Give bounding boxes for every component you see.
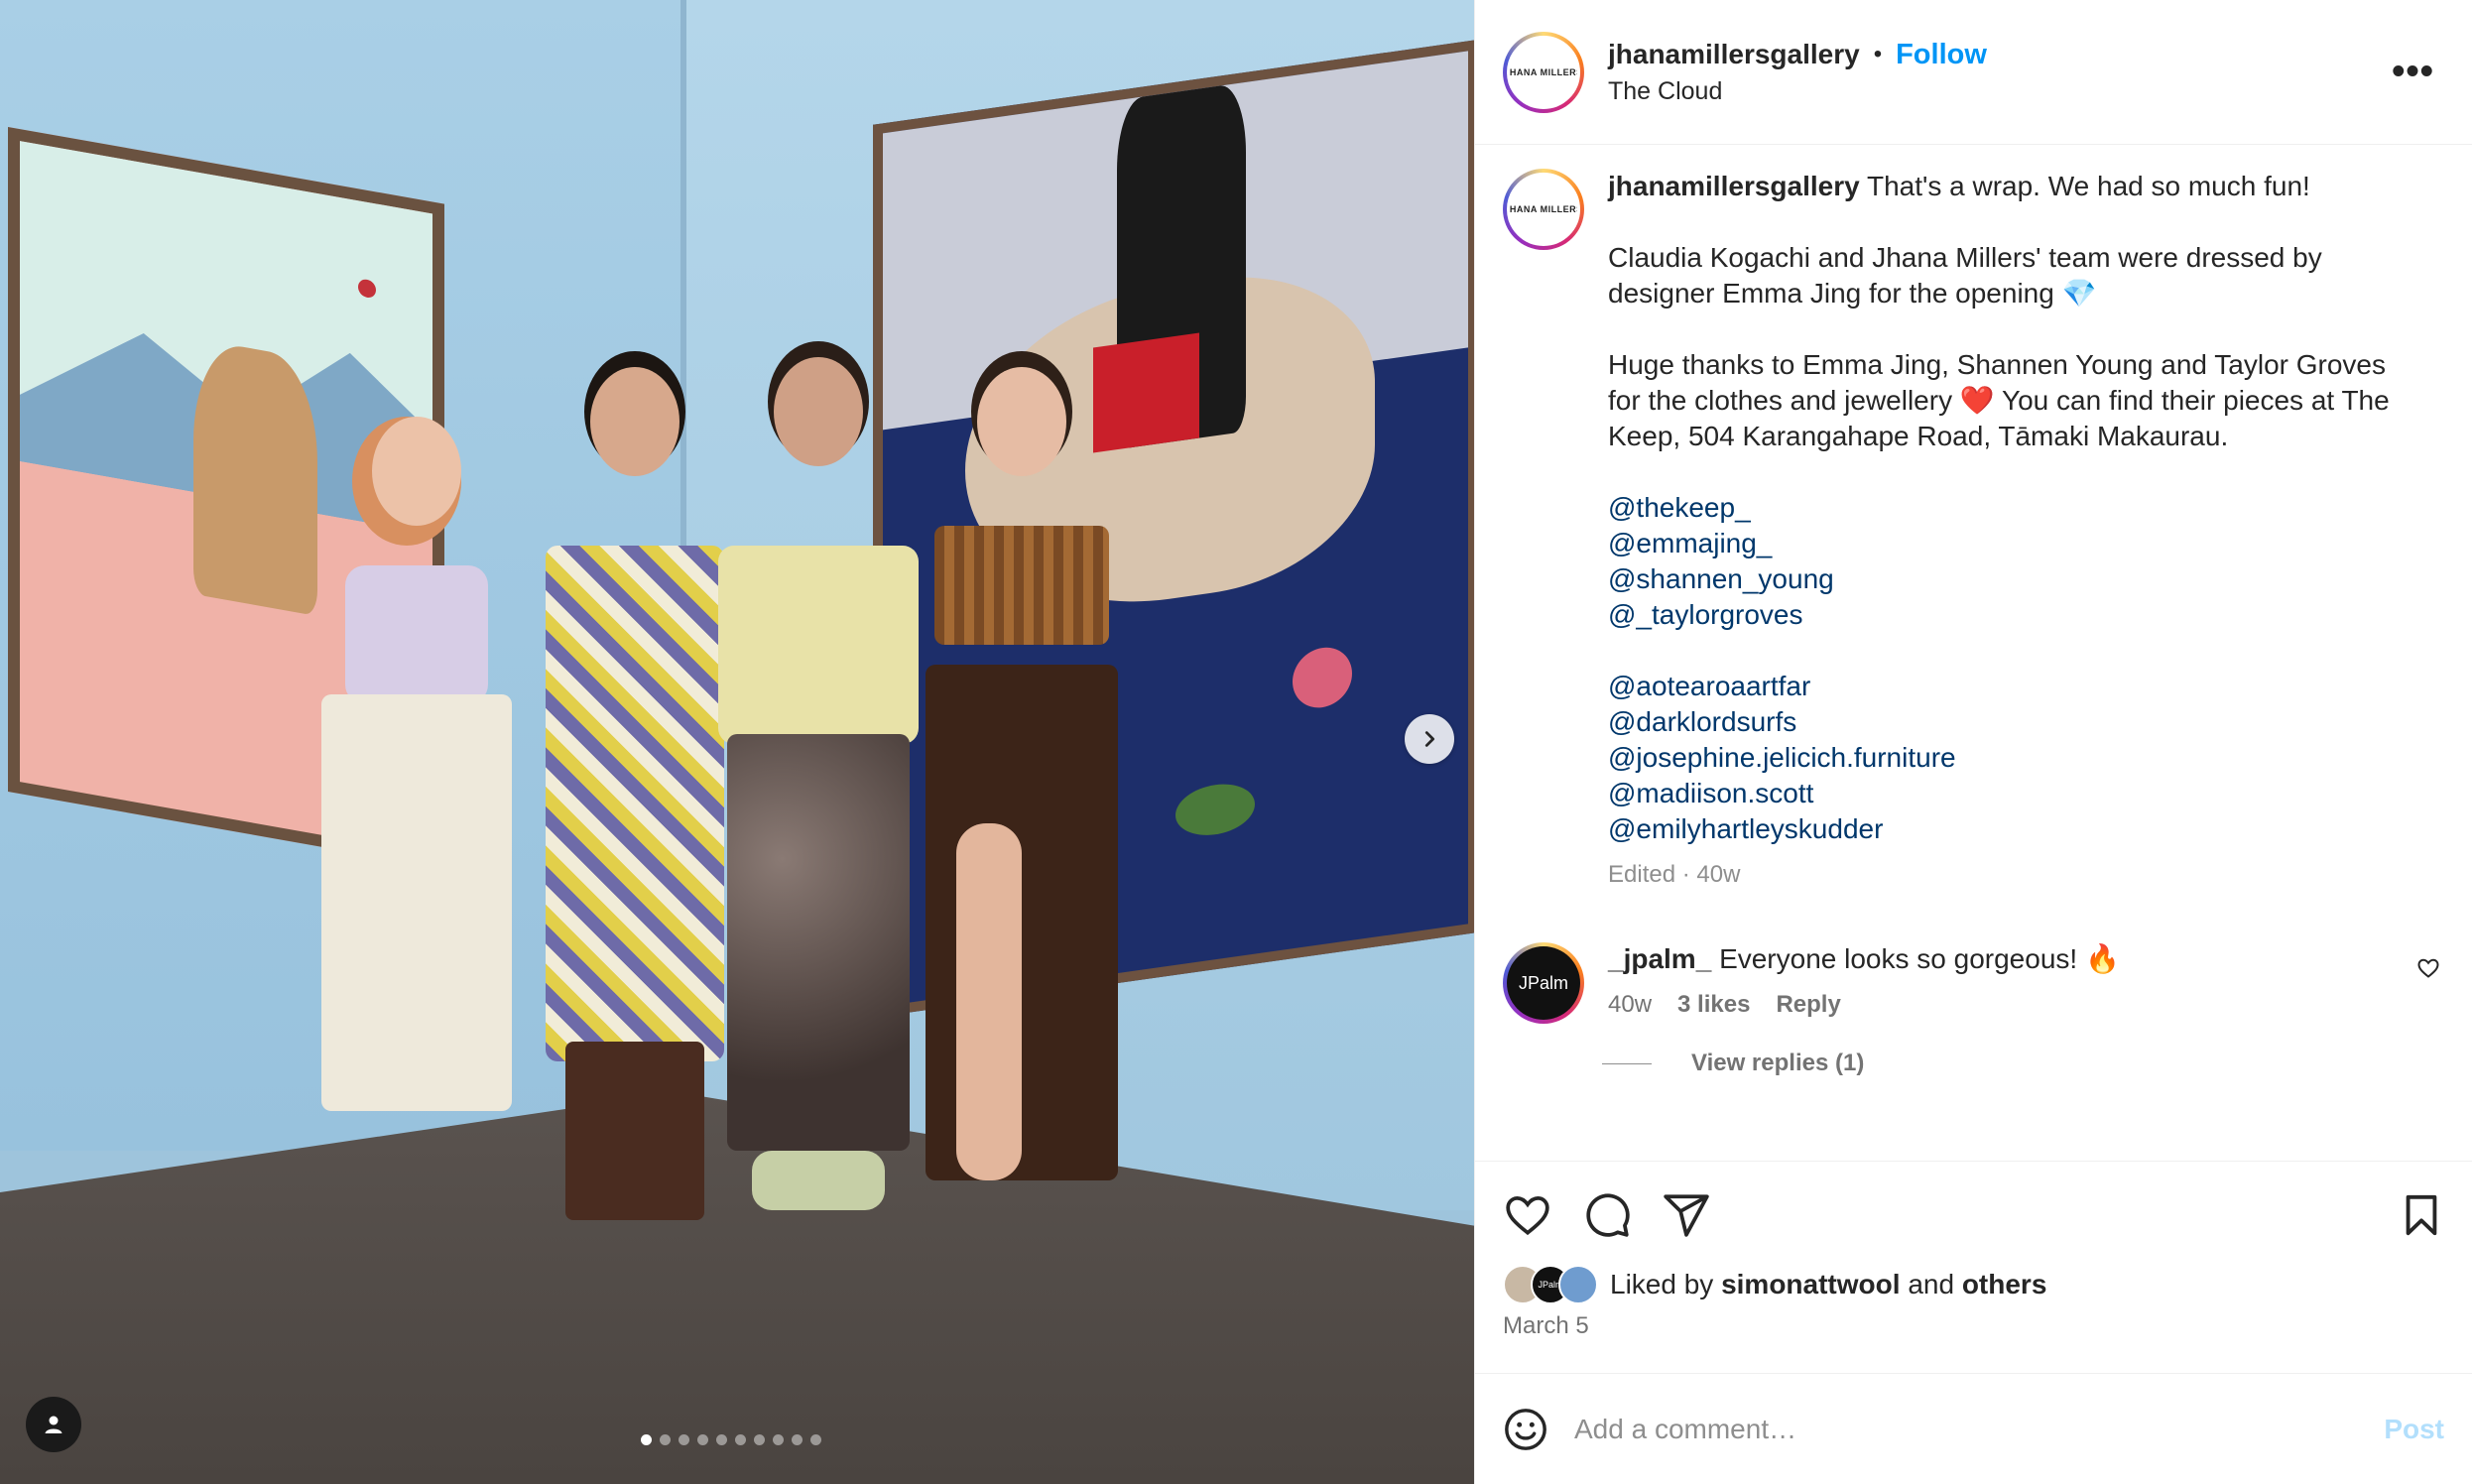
caption-avatar[interactable]: JHANA MILLERS <box>1503 169 1584 250</box>
likes-others-link[interactable]: others <box>1962 1269 2047 1299</box>
carousel-indicator <box>641 1434 821 1445</box>
caption-username[interactable]: jhanamillersgallery <box>1608 171 1860 201</box>
carousel-dot <box>716 1434 727 1445</box>
gallery-photo-scene <box>0 0 1474 1484</box>
header-username[interactable]: jhanamillersgallery <box>1608 39 1860 70</box>
carousel-next-button[interactable] <box>1405 714 1454 764</box>
post-date[interactable]: March 5 <box>1503 1312 2444 1340</box>
post-actions: JPalm Liked by simonattwool and others M… <box>1475 1161 2472 1373</box>
reply-button[interactable]: Reply <box>1776 991 1840 1019</box>
avatar-logo: JHANA MILLERS <box>1507 66 1580 77</box>
carousel-dot <box>810 1434 821 1445</box>
post-comment-button[interactable]: Post <box>2384 1414 2444 1445</box>
carousel-dot <box>641 1434 652 1445</box>
carousel-dot <box>660 1434 671 1445</box>
caption-meta: Edited · 40w <box>1608 861 1741 888</box>
mention-link[interactable]: @emilyhartleyskudder <box>1608 811 2421 847</box>
share-button[interactable] <box>1662 1190 1711 1240</box>
liker-username[interactable]: simonattwool <box>1721 1269 1900 1299</box>
user-tag-icon <box>45 1416 62 1433</box>
replies-divider <box>1602 1062 1652 1064</box>
share-icon <box>1664 1194 1709 1237</box>
commenter-avatar-text: JPalm <box>1518 972 1568 993</box>
comment-text: Everyone looks so gorgeous! 🔥 <box>1719 943 2120 974</box>
likes-summary: JPalm Liked by simonattwool and others <box>1503 1265 2444 1304</box>
caption-first-line: That's a wrap. We had so much fun! <box>1866 171 2310 201</box>
mention-link[interactable]: @_taylorgroves <box>1608 597 2421 633</box>
caption-paragraph-3: Huge thanks to Emma Jing, Shannen Young … <box>1608 349 2390 451</box>
more-options-icon[interactable]: ••• <box>2392 51 2444 93</box>
person-3 <box>714 357 923 1250</box>
post-photo[interactable] <box>0 0 1474 1484</box>
mention-link[interactable]: @darklordsurfs <box>1608 704 2421 740</box>
follow-button[interactable]: Follow <box>1896 39 1987 71</box>
commenter-avatar[interactable]: JPalm <box>1503 942 1584 1024</box>
comment-input[interactable] <box>1574 1413 2385 1445</box>
person-2 <box>536 367 734 1240</box>
mention-link[interactable]: @aotearoaartfar <box>1608 669 2421 704</box>
post-sidebar: JHANA MILLERS jhanamillersgallery • Foll… <box>1474 0 2472 1484</box>
like-button[interactable] <box>1503 1190 1552 1240</box>
comment-likes[interactable]: 3 likes <box>1677 991 1750 1019</box>
separator-dot: • <box>1873 41 1883 67</box>
add-comment-bar: Post <box>1475 1373 2472 1484</box>
comment-button[interactable] <box>1582 1190 1632 1240</box>
comments-section[interactable]: JHANA MILLERS jhanamillersgallery That's… <box>1475 145 2472 1161</box>
mention-link[interactable]: @madiison.scott <box>1608 776 2421 811</box>
carousel-dot <box>792 1434 803 1445</box>
carousel-dot <box>735 1434 746 1445</box>
chevron-right-icon <box>1424 731 1435 747</box>
emoji-icon <box>1505 1408 1546 1450</box>
mention-link[interactable]: @emmajing_ <box>1608 526 2421 561</box>
avatar[interactable]: JHANA MILLERS <box>1503 31 1584 113</box>
avatar-logo: JHANA MILLERS <box>1507 204 1580 214</box>
mention-link[interactable]: @shannen_young <box>1608 561 2421 597</box>
liker-avatar <box>1558 1265 1598 1304</box>
save-button[interactable] <box>2399 1190 2444 1240</box>
commenter-username[interactable]: _jpalm_ <box>1608 943 1711 974</box>
comment-icon <box>1586 1193 1630 1237</box>
view-replies-button[interactable]: View replies (1) <box>1602 1050 2444 1077</box>
person-1 <box>298 417 536 1250</box>
mentions-group-1: @thekeep_ @emmajing_ @shannen_young @_ta… <box>1608 490 2421 633</box>
likes-and: and <box>1908 1269 1955 1299</box>
comment-age[interactable]: 40w <box>1608 991 1652 1019</box>
heart-icon <box>2417 958 2439 978</box>
mention-link[interactable]: @thekeep_ <box>1608 490 2421 526</box>
caption: JHANA MILLERS jhanamillersgallery That's… <box>1503 169 2444 893</box>
carousel-dot <box>697 1434 708 1445</box>
caption-paragraph-2: Claudia Kogachi and Jhana Millers' team … <box>1608 242 2322 309</box>
mention-link[interactable]: @josephine.jelicich.furniture <box>1608 740 2421 776</box>
tagged-users-button[interactable] <box>26 1397 81 1452</box>
emoji-button[interactable] <box>1503 1407 1548 1452</box>
carousel-dot <box>679 1434 689 1445</box>
person-4 <box>913 367 1131 1240</box>
like-comment-button[interactable] <box>2416 956 2440 985</box>
carousel-dot <box>754 1434 765 1445</box>
comment: JPalm _jpalm_ Everyone looks so gorgeous… <box>1503 942 2444 1024</box>
location-link[interactable]: The Cloud <box>1608 77 2392 106</box>
view-replies-label: View replies (1) <box>1691 1050 1865 1076</box>
heart-icon <box>1506 1196 1549 1236</box>
carousel-dot <box>773 1434 784 1445</box>
post-header: JHANA MILLERS jhanamillersgallery • Foll… <box>1475 0 2472 145</box>
mentions-group-2: @aotearoaartfar @darklordsurfs @josephin… <box>1608 669 2421 847</box>
bookmark-icon <box>2406 1194 2437 1236</box>
liker-avatars[interactable]: JPalm <box>1503 1265 1598 1304</box>
likes-prefix: Liked by <box>1610 1269 1714 1299</box>
